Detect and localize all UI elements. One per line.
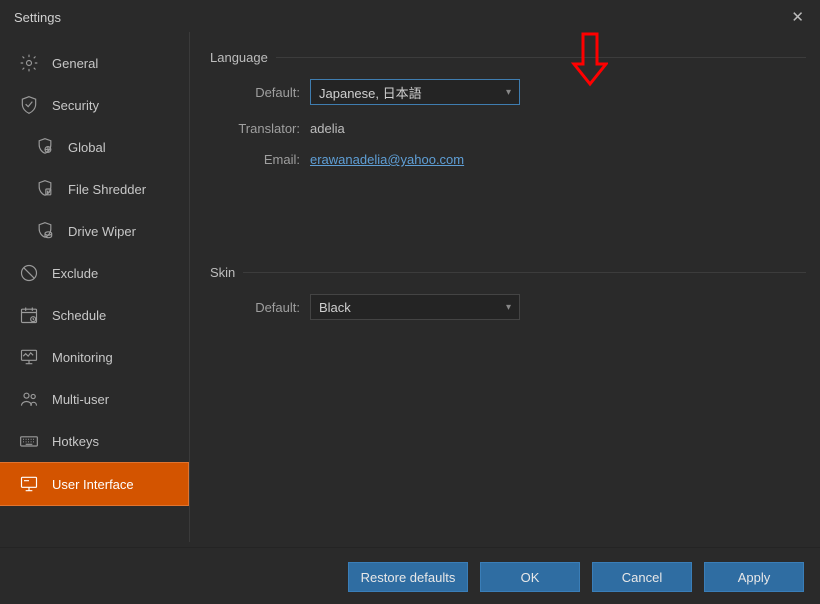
translator-email-link[interactable]: erawanadelia@yahoo.com [310,152,464,167]
sidebar-item-label: Exclude [52,266,98,281]
annotation-arrow-icon [568,30,608,90]
sidebar-item-label: Hotkeys [52,434,99,449]
language-default-dropdown[interactable]: Japanese, 日本語 ▾ [310,79,520,105]
apply-button[interactable]: Apply [704,562,804,592]
close-icon[interactable]: ✕ [785,6,810,28]
ok-button[interactable]: OK [480,562,580,592]
file-shredder-icon [34,178,56,200]
skin-default-dropdown[interactable]: Black ▾ [310,294,520,320]
users-icon [18,388,40,410]
monitor-icon [18,346,40,368]
translator-value: adelia [310,121,345,136]
gear-icon [18,52,40,74]
cancel-button[interactable]: Cancel [592,562,692,592]
dropdown-value: Black [319,300,351,315]
sidebar-item-drive-wiper[interactable]: Drive Wiper [0,210,189,252]
sidebar-item-label: Global [68,140,106,155]
sidebar-item-multi-user[interactable]: Multi-user [0,378,189,420]
globe-shield-icon [34,136,56,158]
sidebar-item-monitoring[interactable]: Monitoring [0,336,189,378]
sidebar-item-label: File Shredder [68,182,146,197]
screen-icon [18,473,40,495]
sidebar-item-general[interactable]: General [0,42,189,84]
exclude-icon [18,262,40,284]
divider [0,547,820,548]
section-title-skin: Skin [210,265,235,280]
sidebar: General Security Global File Shredder Dr [0,32,190,542]
sidebar-item-file-shredder[interactable]: File Shredder [0,168,189,210]
shield-icon [18,94,40,116]
chevron-down-icon: ▾ [506,302,511,313]
page-title: Settings [14,10,61,25]
divider [243,272,806,273]
label-translator: Translator: [210,121,300,136]
sidebar-item-user-interface[interactable]: User Interface [0,462,189,506]
content-area: Language Default: Japanese, 日本語 ▾ Transl… [190,32,820,542]
calendar-icon [18,304,40,326]
sidebar-item-security[interactable]: Security [0,84,189,126]
section-title-language: Language [210,50,268,65]
sidebar-item-exclude[interactable]: Exclude [0,252,189,294]
sidebar-item-label: User Interface [52,477,134,492]
label-skin-default: Default: [210,300,300,315]
dropdown-value: Japanese, 日本語 [319,83,422,102]
restore-defaults-button[interactable]: Restore defaults [348,562,468,592]
label-email: Email: [210,152,300,167]
sidebar-item-label: General [52,56,98,71]
sidebar-item-label: Monitoring [52,350,113,365]
divider [276,57,806,58]
sidebar-item-hotkeys[interactable]: Hotkeys [0,420,189,462]
keyboard-icon [18,430,40,452]
drive-wiper-icon [34,220,56,242]
sidebar-item-label: Schedule [52,308,106,323]
sidebar-item-schedule[interactable]: Schedule [0,294,189,336]
label-language-default: Default: [210,85,300,100]
sidebar-item-label: Multi-user [52,392,109,407]
sidebar-item-label: Drive Wiper [68,224,136,239]
sidebar-item-label: Security [52,98,99,113]
sidebar-item-global[interactable]: Global [0,126,189,168]
chevron-down-icon: ▾ [506,87,511,98]
